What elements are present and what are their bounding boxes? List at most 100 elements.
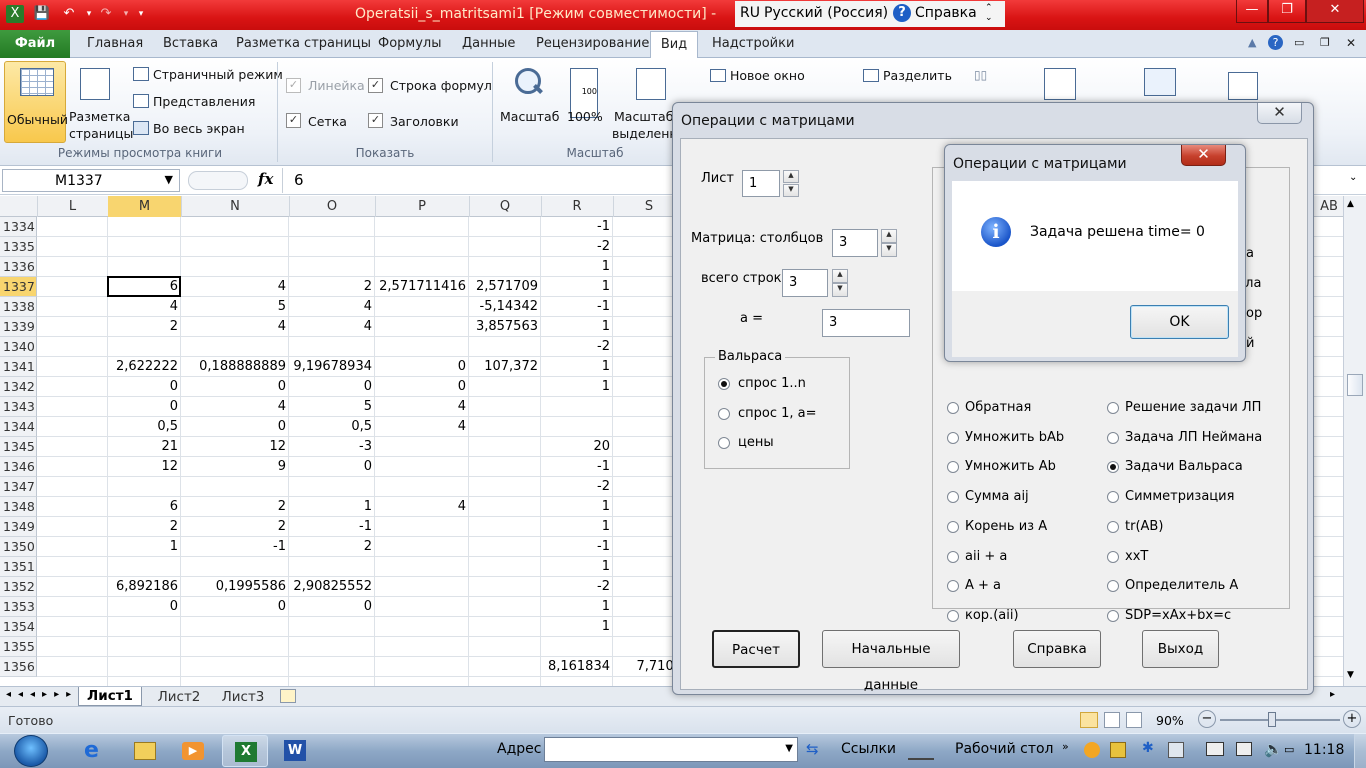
bluetooth-icon[interactable]: ✱ [1142, 740, 1154, 756]
cell-r1347[interactable]: -2 [541, 477, 613, 497]
row-header[interactable]: 1348 [0, 497, 37, 517]
cell-n1349[interactable]: 2 [181, 517, 289, 537]
cell-r1349[interactable]: 1 [541, 517, 613, 537]
cell-n1337[interactable]: 4 [181, 277, 289, 297]
language-bar[interactable]: RU Русский (Россия) ? Справка ⌃ ⌄ [735, 1, 1005, 27]
formula-input[interactable]: 6 [294, 171, 304, 189]
tray-app-icon[interactable] [1110, 742, 1126, 758]
tab-insert[interactable]: Вставка [163, 36, 218, 51]
ruler-checkbox[interactable]: ✓ [286, 78, 301, 93]
cell-m1352[interactable]: 6,892186 [108, 577, 181, 597]
help-button[interactable]: Справка [1013, 630, 1101, 668]
cell-n1346[interactable]: 9 [181, 457, 289, 477]
sheet-spin-down-icon[interactable]: ▼ [783, 184, 799, 197]
rows-spin-up-icon[interactable]: ▲ [832, 269, 848, 283]
tab-addins[interactable]: Надстройки [712, 36, 794, 51]
page-layout-label-2[interactable]: страницы [69, 126, 133, 141]
insert-sheet-icon[interactable] [280, 689, 296, 703]
cell-r1340[interactable]: -2 [541, 337, 613, 357]
ie-icon[interactable]: e [84, 738, 99, 763]
page-layout-icon[interactable] [80, 68, 110, 100]
headings-checkbox[interactable]: ✓ [368, 113, 383, 128]
operation-radio-label[interactable]: Определитель A [1125, 578, 1238, 593]
close-button[interactable]: ✕ [1306, 0, 1364, 23]
cell-m1341[interactable]: 2,622222 [108, 357, 181, 377]
cell-n1345[interactable]: 12 [181, 437, 289, 457]
save-workspace-icon[interactable] [1044, 68, 1076, 100]
a-input[interactable]: 3 [822, 309, 910, 337]
operation-radio-label[interactable]: Корень из A [965, 519, 1047, 534]
language-name[interactable]: Русский (Россия) [764, 5, 888, 21]
hscroll-right-icon[interactable]: ▸ [1330, 689, 1335, 700]
cell-q1337[interactable]: 2,571709 [469, 277, 541, 297]
toolbar-expand-icon[interactable]: » [1062, 740, 1069, 753]
row-header[interactable]: 1346 [0, 457, 37, 477]
row-header[interactable]: 1355 [0, 637, 37, 657]
zoom-slider-track[interactable] [1220, 719, 1340, 721]
custom-views-label[interactable]: Представления [153, 94, 255, 109]
cell-o1341[interactable]: 9,19678934 [289, 357, 375, 377]
operation-radio-label[interactable]: Задача ЛП Неймана [1125, 430, 1262, 445]
split-label[interactable]: Разделить [883, 68, 952, 83]
excel-app-icon[interactable]: X [6, 5, 24, 23]
formula-bar-expand-icon[interactable]: ⌄ [1349, 172, 1357, 183]
cell-r1348[interactable]: 1 [541, 497, 613, 517]
walras-option-prices-label[interactable]: цены [738, 435, 774, 450]
help-circle-icon[interactable]: ? [893, 4, 911, 22]
cell-o1346[interactable]: 0 [289, 457, 375, 477]
operation-radio[interactable] [1107, 609, 1119, 622]
cell-m1344[interactable]: 0,5 [108, 417, 181, 437]
operation-radio-label[interactable]: кор.(aii) [965, 608, 1019, 623]
select-all-corner[interactable] [0, 196, 38, 217]
operation-radio[interactable] [1107, 431, 1119, 444]
operation-radio[interactable] [947, 550, 959, 563]
tab-data[interactable]: Данные [462, 36, 515, 51]
row-header[interactable]: 1345 [0, 437, 37, 457]
zoom-100-label[interactable]: 100% [567, 109, 603, 124]
row-header[interactable]: 1334 [0, 217, 37, 237]
ok-button[interactable]: OK [1130, 305, 1229, 339]
cell-n1353[interactable]: 0 [181, 597, 289, 617]
address-dropdown-icon[interactable]: ▼ [785, 743, 793, 754]
cell-r1338[interactable]: -1 [541, 297, 613, 317]
taskbar-excel[interactable]: X [222, 735, 268, 767]
workbook-restore-icon[interactable]: ❐ [1320, 36, 1330, 49]
page-break-status-icon[interactable] [1126, 712, 1142, 728]
column-header-o[interactable]: O [289, 196, 376, 217]
desktop-pen-icon[interactable] [908, 740, 934, 760]
cell-o1345[interactable]: -3 [289, 437, 375, 457]
clock[interactable]: 11:18 [1304, 742, 1344, 758]
custom-views-icon[interactable] [133, 94, 149, 108]
cell-r1356[interactable]: 8,161834 [541, 657, 613, 677]
language-help-label[interactable]: Справка [915, 5, 977, 21]
row-header[interactable]: 1336 [0, 257, 37, 277]
operation-radio[interactable] [1107, 520, 1119, 533]
dialog-close-button[interactable]: ✕ [1257, 103, 1302, 124]
page-break-icon[interactable] [133, 67, 149, 81]
cell-o1353[interactable]: 0 [289, 597, 375, 617]
calculate-button[interactable]: Расчет [712, 630, 800, 668]
operation-radio[interactable] [947, 520, 959, 533]
cell-n1343[interactable]: 4 [181, 397, 289, 417]
new-window-label[interactable]: Новое окно [730, 68, 805, 83]
name-box-dropdown-icon[interactable]: ▼ [165, 173, 173, 186]
gridlines-checkbox[interactable]: ✓ [286, 113, 301, 128]
row-header[interactable]: 1344 [0, 417, 37, 437]
name-box[interactable]: M1337 ▼ [2, 169, 180, 192]
cell-r1354[interactable]: 1 [541, 617, 613, 637]
operation-radio-label[interactable]: Умножить Ab [965, 459, 1056, 474]
cell-o1350[interactable]: 2 [289, 537, 375, 557]
vertical-scrollbar[interactable]: ▲ ▼ [1343, 196, 1366, 686]
language-code[interactable]: RU [740, 5, 760, 21]
undo-icon[interactable]: ↶ [60, 5, 78, 23]
operation-radio-label[interactable]: SDP=xAx+bx=c [1125, 608, 1231, 623]
desktop-toolbar-label[interactable]: Рабочий стол [955, 741, 1054, 757]
cell-o1348[interactable]: 1 [289, 497, 375, 517]
cell-m1339[interactable]: 2 [108, 317, 181, 337]
operation-radio-label[interactable]: Обратная [965, 400, 1031, 415]
cell-n1348[interactable]: 2 [181, 497, 289, 517]
word-icon[interactable]: W [284, 740, 306, 761]
cell-r1346[interactable]: -1 [541, 457, 613, 477]
cell-o1338[interactable]: 4 [289, 297, 375, 317]
row-header[interactable]: 1342 [0, 377, 37, 397]
